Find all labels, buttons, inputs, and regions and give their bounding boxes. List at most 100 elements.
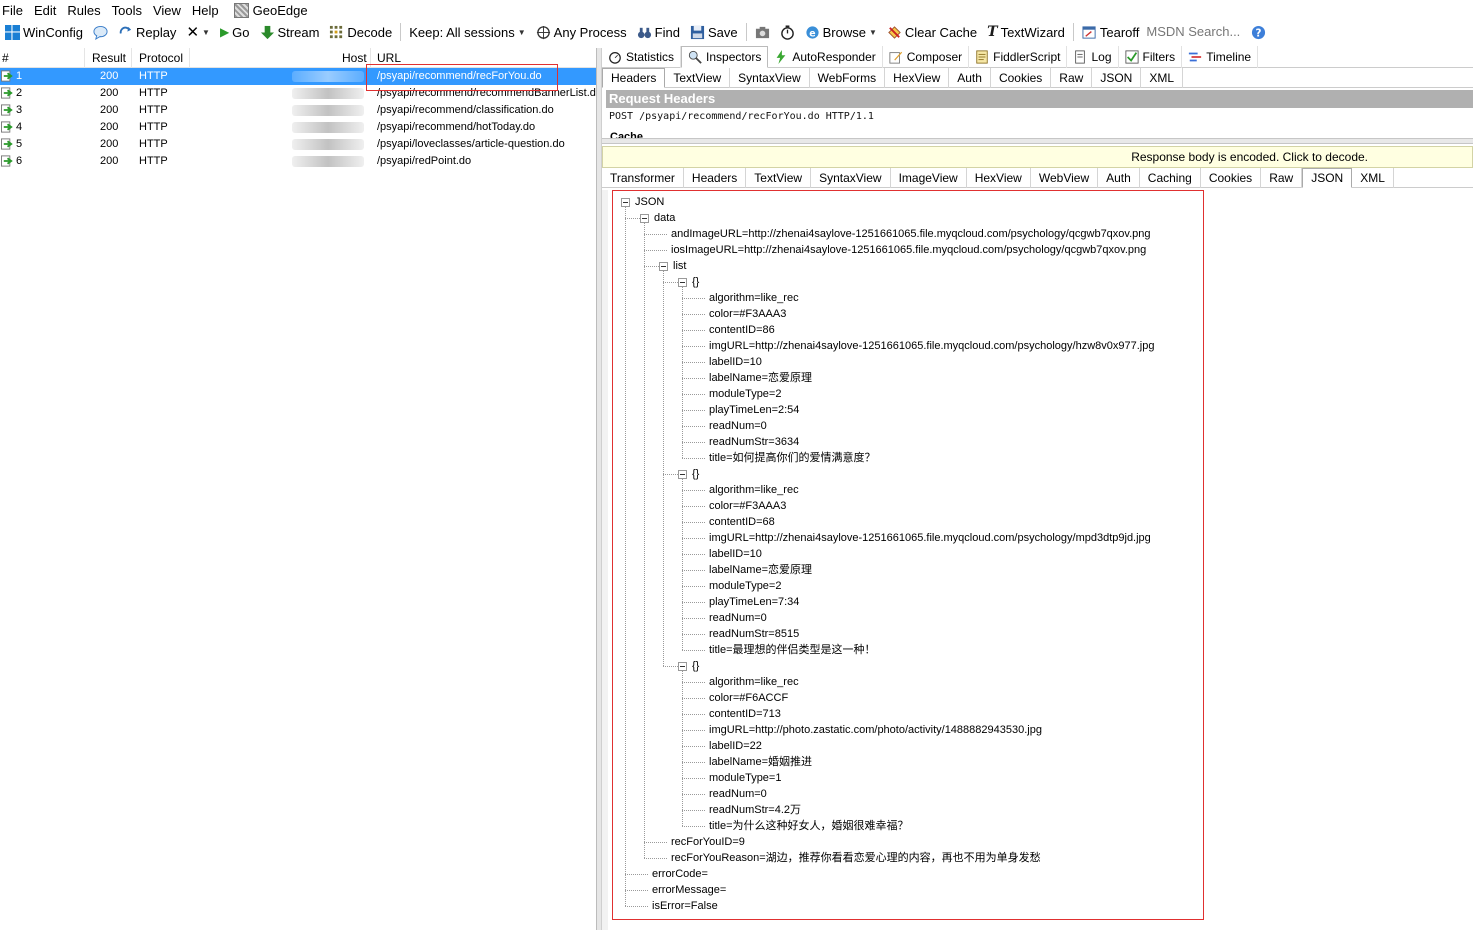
tree-leaf[interactable]: readNum=0 bbox=[709, 418, 767, 434]
request-tab-cookies[interactable]: Cookies bbox=[991, 68, 1052, 88]
tree-leaf[interactable]: imgURL=http://zhenai4saylove-1251661065.… bbox=[709, 530, 1151, 546]
tree-leaf[interactable]: isError=False bbox=[652, 898, 718, 914]
tab-timeline[interactable]: Timeline bbox=[1182, 46, 1259, 68]
tab-inspectors[interactable]: Inspectors bbox=[681, 46, 769, 68]
column-header-host[interactable]: Host bbox=[342, 51, 367, 65]
tree-leaf[interactable]: errorCode= bbox=[652, 866, 708, 882]
session-row[interactable]: 3 200 HTTP/psyapi/recommend/classification… bbox=[0, 102, 596, 119]
tree-leaf[interactable]: labelID=10 bbox=[709, 546, 762, 562]
tree-leaf[interactable]: contentID=86 bbox=[709, 322, 775, 338]
msdn-search-input[interactable]: MSDN Search... bbox=[1144, 22, 1246, 42]
tree-leaf[interactable]: recForYouReason=湖边，推荐你看看恋爱心理的内容，再也不用为单身发… bbox=[671, 850, 1041, 866]
menu-help[interactable]: Help bbox=[190, 3, 226, 18]
collapse-minus-icon[interactable] bbox=[659, 262, 668, 271]
tree-leaf[interactable]: algorithm=like_rec bbox=[709, 290, 799, 306]
tree-leaf[interactable]: errorMessage= bbox=[652, 882, 726, 898]
request-tab-textview[interactable]: TextView bbox=[665, 68, 731, 88]
clear-cache-button[interactable]: Clear Cache bbox=[882, 21, 982, 43]
menu-view[interactable]: View bbox=[151, 3, 188, 18]
tree-node[interactable]: data bbox=[654, 210, 675, 226]
tree-node[interactable]: {} bbox=[692, 658, 699, 674]
tree-node[interactable]: {} bbox=[692, 274, 699, 290]
column-header-number[interactable]: # bbox=[2, 51, 9, 65]
tree-leaf[interactable]: labelName=婚姻推进 bbox=[709, 754, 812, 770]
tree-leaf[interactable]: readNumStr=4.2万 bbox=[709, 802, 801, 818]
menu-file[interactable]: File bbox=[0, 3, 30, 18]
response-tab-webview[interactable]: WebView bbox=[1031, 168, 1099, 188]
tree-leaf[interactable]: labelName=恋爱原理 bbox=[709, 370, 812, 386]
tree-leaf[interactable]: labelID=10 bbox=[709, 354, 762, 370]
response-tab-transformer[interactable]: Transformer bbox=[602, 168, 684, 188]
response-tab-cookies[interactable]: Cookies bbox=[1201, 168, 1262, 188]
keep-sessions-dropdown[interactable]: Keep: All sessions ▼ bbox=[404, 21, 530, 43]
remove-button[interactable]: ✕ ▼ bbox=[181, 21, 215, 43]
column-header-url[interactable]: URL bbox=[377, 51, 401, 65]
collapse-minus-icon[interactable] bbox=[621, 198, 630, 207]
request-tab-syntaxview[interactable]: SyntaxView bbox=[730, 68, 810, 88]
tree-leaf[interactable]: labelName=恋爱原理 bbox=[709, 562, 812, 578]
tree-leaf[interactable]: moduleType=1 bbox=[709, 770, 781, 786]
decode-button[interactable]: Decode bbox=[324, 21, 397, 43]
response-tab-imageview[interactable]: ImageView bbox=[891, 168, 967, 188]
tree-node[interactable]: list bbox=[673, 258, 686, 274]
tearoff-button[interactable]: Tearoff bbox=[1077, 21, 1145, 43]
tree-leaf[interactable]: algorithm=like_rec bbox=[709, 674, 799, 690]
tree-leaf[interactable]: title=最理想的伴侣类型是这一种！ bbox=[709, 642, 876, 658]
tree-leaf[interactable]: readNumStr=8515 bbox=[709, 626, 799, 642]
browse-button[interactable]: e Browse ▼ bbox=[800, 21, 882, 43]
menu-edit[interactable]: Edit bbox=[32, 3, 63, 18]
tree-leaf[interactable]: andImageURL=http://zhenai4saylove-125166… bbox=[671, 226, 1151, 242]
tree-leaf[interactable]: recForYouID=9 bbox=[671, 834, 745, 850]
tab-fiddlerscript[interactable]: FiddlerScript bbox=[969, 46, 1068, 68]
tree-leaf[interactable]: readNum=0 bbox=[709, 786, 767, 802]
request-tab-webforms[interactable]: WebForms bbox=[810, 68, 886, 88]
tab-log[interactable]: Log bbox=[1067, 46, 1119, 68]
collapse-minus-icon[interactable] bbox=[640, 214, 649, 223]
tree-leaf[interactable]: imgURL=http://zhenai4saylove-1251661065.… bbox=[709, 338, 1154, 354]
camera-button[interactable] bbox=[750, 21, 775, 43]
tab-filters[interactable]: Filters bbox=[1119, 46, 1183, 68]
session-row[interactable]: 5 200 HTTP/psyapi/loveclasses/article-ques… bbox=[0, 136, 596, 153]
tree-node[interactable]: {} bbox=[692, 466, 699, 482]
response-tab-json[interactable]: JSON bbox=[1302, 168, 1353, 188]
collapse-minus-icon[interactable] bbox=[678, 662, 687, 671]
tree-leaf[interactable]: title=如何提高你们的爱情满意度？ bbox=[709, 450, 876, 466]
tab-statistics[interactable]: Statistics bbox=[602, 46, 682, 68]
column-header-result[interactable]: Result bbox=[92, 51, 126, 65]
replay-button[interactable]: Replay bbox=[113, 21, 181, 43]
session-row[interactable]: 6 200 HTTP/psyapi/redPoint.do bbox=[0, 153, 596, 170]
tree-leaf[interactable]: imgURL=http://photo.zastatic.com/photo/a… bbox=[709, 722, 1042, 738]
collapse-minus-icon[interactable] bbox=[678, 278, 687, 287]
tree-leaf[interactable]: color=#F3AAA3 bbox=[709, 306, 786, 322]
any-process-button[interactable]: Any Process bbox=[531, 21, 632, 43]
comment-button[interactable] bbox=[88, 21, 113, 43]
tree-leaf[interactable]: readNumStr=3634 bbox=[709, 434, 799, 450]
tab-composer[interactable]: Composer bbox=[883, 46, 970, 68]
request-tab-headers[interactable]: Headers bbox=[602, 68, 666, 88]
session-row[interactable]: 4 200 HTTP/psyapi/recommend/hotToday.do bbox=[0, 119, 596, 136]
tree-leaf[interactable]: moduleType=2 bbox=[709, 386, 781, 402]
collapse-minus-icon[interactable] bbox=[678, 470, 687, 479]
tree-leaf[interactable]: title=为什么这种好女人，婚姻很难幸福？ bbox=[709, 818, 909, 834]
request-tab-raw[interactable]: Raw bbox=[1051, 68, 1093, 88]
tree-leaf[interactable]: contentID=68 bbox=[709, 514, 775, 530]
timer-button[interactable] bbox=[775, 21, 800, 43]
response-tab-caching[interactable]: Caching bbox=[1140, 168, 1201, 188]
encoded-body-notice[interactable]: Response body is encoded. Click to decod… bbox=[602, 146, 1473, 168]
tree-leaf[interactable]: color=#F3AAA3 bbox=[709, 498, 786, 514]
response-tab-headers[interactable]: Headers bbox=[684, 168, 747, 188]
column-header-protocol[interactable]: Protocol bbox=[139, 51, 183, 65]
menu-tools[interactable]: Tools bbox=[110, 3, 149, 18]
response-tab-syntaxview[interactable]: SyntaxView bbox=[811, 168, 891, 188]
tab-autoresponder[interactable]: AutoResponder bbox=[768, 46, 883, 68]
tree-leaf[interactable]: contentID=713 bbox=[709, 706, 781, 722]
help-button[interactable]: ? bbox=[1246, 21, 1271, 43]
go-button[interactable]: ▶ Go bbox=[215, 21, 255, 43]
save-button[interactable]: Save bbox=[685, 21, 743, 43]
stream-button[interactable]: Stream bbox=[255, 21, 325, 43]
response-tab-hexview[interactable]: HexView bbox=[967, 168, 1031, 188]
request-tab-hexview[interactable]: HexView bbox=[885, 68, 950, 88]
tree-leaf[interactable]: iosImageURL=http://zhenai4saylove-125166… bbox=[671, 242, 1146, 258]
request-tab-xml[interactable]: XML bbox=[1141, 68, 1184, 88]
tree-leaf[interactable]: color=#F6ACCF bbox=[709, 690, 788, 706]
